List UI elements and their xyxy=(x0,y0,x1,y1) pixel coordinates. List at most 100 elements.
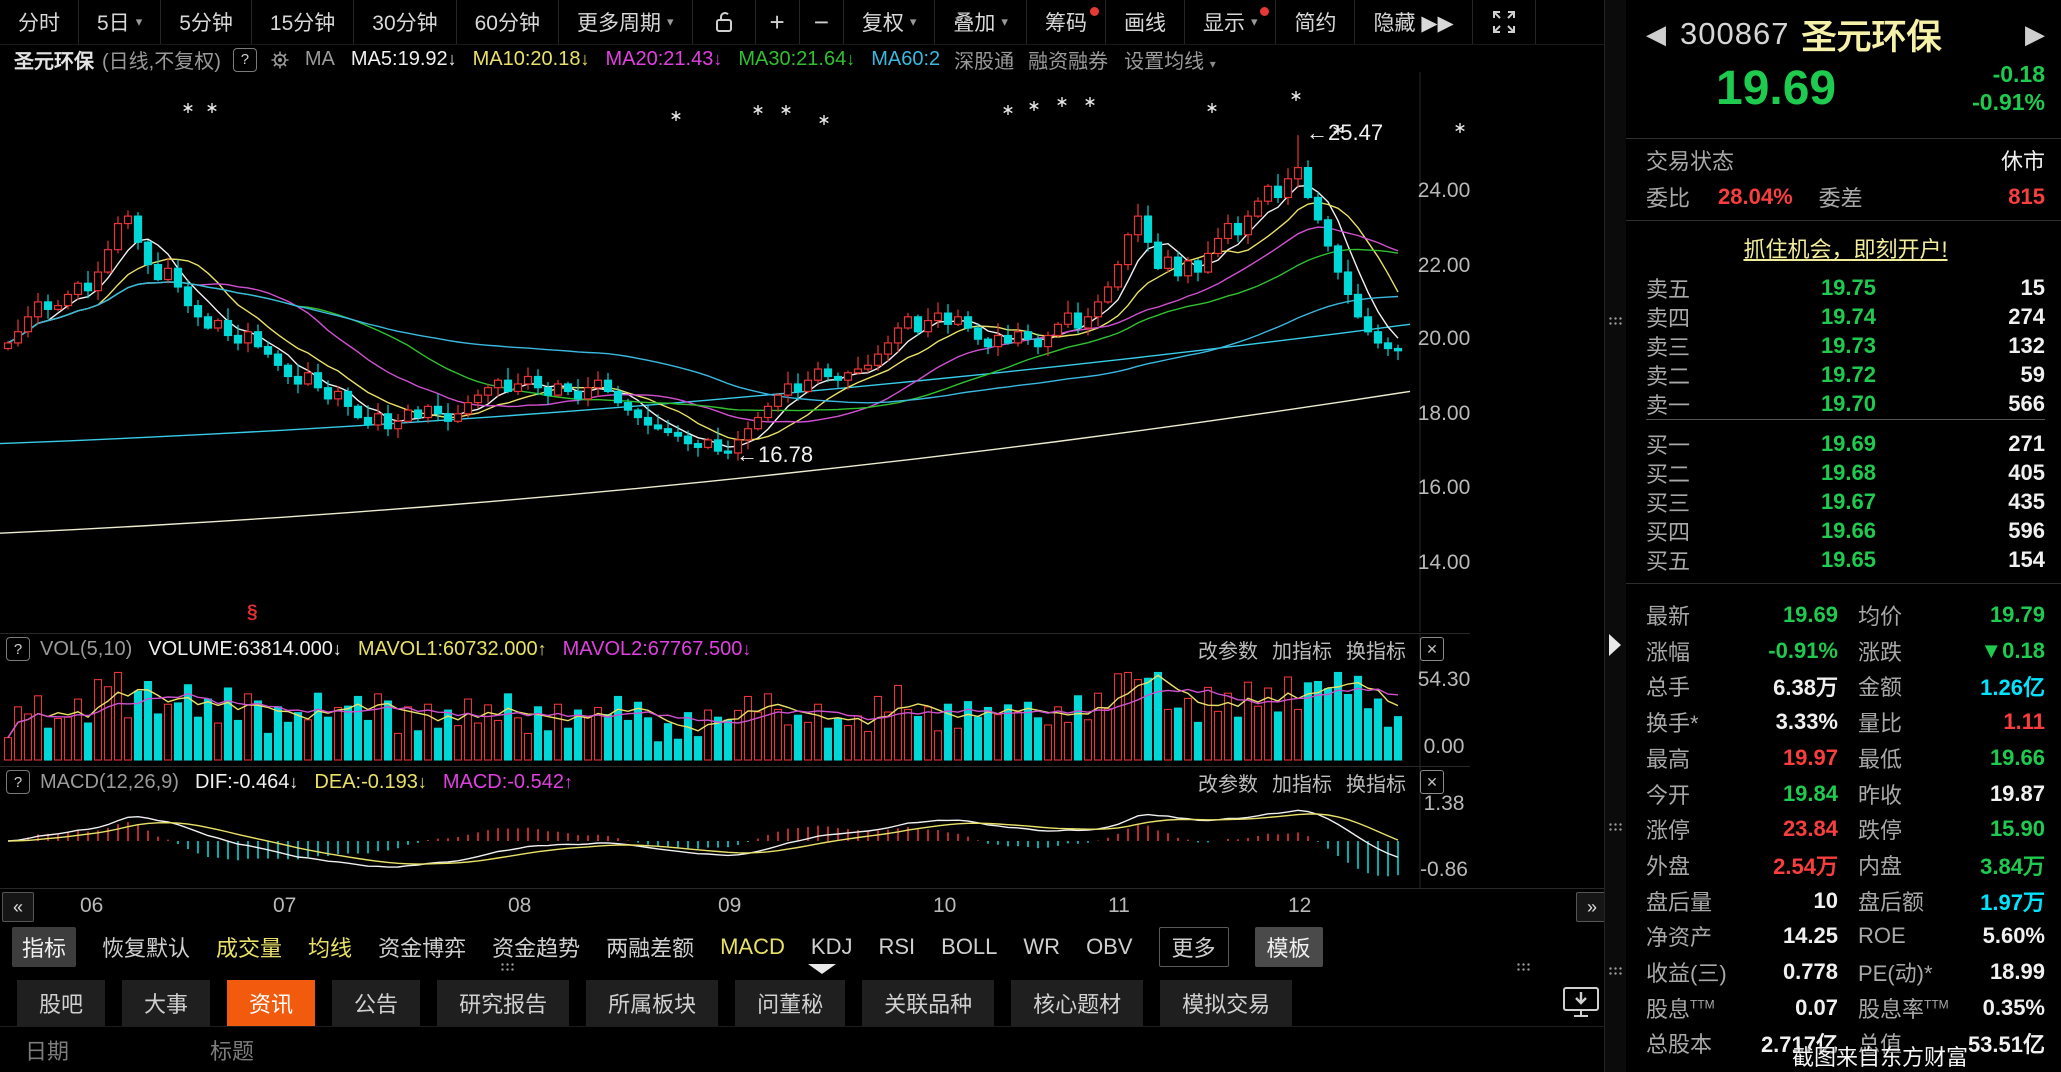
link-融资融券[interactable]: 融资融券 xyxy=(1028,51,1108,73)
toolbar-item-隐藏 ▶▶[interactable]: 隐藏 ▶▶ xyxy=(1355,0,1472,44)
indicator-tab-指标[interactable]: 指标 xyxy=(12,927,76,967)
collapse-panel-icon[interactable] xyxy=(1609,634,1621,656)
action-换指标[interactable]: 换指标 xyxy=(1346,768,1406,797)
stat-row: 最新19.69均价19.79 xyxy=(1646,599,2045,629)
indicator-value: MA10:20.18↓ xyxy=(473,48,590,70)
indicator-tab-均线[interactable]: 均线 xyxy=(308,931,352,963)
indicator-tab-资金趋势[interactable]: 资金趋势 xyxy=(492,931,580,963)
nav-tab-股吧[interactable]: 股吧 xyxy=(17,980,105,1026)
toolbar-item-更多周期[interactable]: 更多周期▾ xyxy=(559,0,693,44)
weibi-value: 28.04% xyxy=(1718,184,1793,210)
toolbar-item-显示[interactable]: 显示▾ xyxy=(1185,0,1277,44)
toolbar-item-5日[interactable]: 5日▾ xyxy=(79,0,161,44)
indicator-tab-模板[interactable]: 模板 xyxy=(1255,927,1323,967)
quote-panel: ◀ 300867 圣元环保 ▶ 19.69 -0.18 -0.91% 交易状态 … xyxy=(1626,0,2061,1072)
indicator-tab-资金博弈[interactable]: 资金博弈 xyxy=(378,931,466,963)
ma-settings-link[interactable]: 设置均线 ▾ xyxy=(1124,45,1216,74)
stock-header: ◀ 300867 圣元环保 ▶ xyxy=(1646,14,2045,54)
nav-tab-核心题材[interactable]: 核心题材 xyxy=(1011,980,1143,1026)
stat-row: 今开19.84昨收19.87 xyxy=(1646,778,2045,808)
indicator-tab-恢复默认[interactable]: 恢复默认 xyxy=(102,931,190,963)
indicator-tab-BOLL[interactable]: BOLL xyxy=(941,934,997,960)
indicator-tab-RSI[interactable]: RSI xyxy=(878,934,915,960)
indicator-tab-KDJ[interactable]: KDJ xyxy=(811,934,853,960)
close-pane-icon[interactable]: ✕ xyxy=(1420,770,1444,794)
event-marker-icon xyxy=(1086,97,1095,107)
content-nav-bar: 股吧大事资讯公告研究报告所属板块问董秘关联品种核心题材模拟交易 xyxy=(0,980,1604,1027)
collapse-arrow-icon[interactable] xyxy=(808,964,836,974)
svg-text:22.00: 22.00 xyxy=(1418,254,1470,277)
screenshot-save-icon[interactable] xyxy=(1560,984,1602,1022)
toolbar-item-5分钟[interactable]: 5分钟 xyxy=(161,0,252,44)
close-pane-icon[interactable]: ✕ xyxy=(1420,637,1444,661)
indicator-tab-两融差额[interactable]: 两融差额 xyxy=(606,931,694,963)
toolbar-item-−[interactable]: − xyxy=(800,0,844,44)
gear-icon[interactable] xyxy=(269,49,291,71)
indicator-tab-成交量[interactable]: 成交量 xyxy=(216,931,282,963)
indicator-value: MA20:21.43↓ xyxy=(605,48,722,70)
lock-icon[interactable] xyxy=(693,0,756,44)
indicator-value: DIF:-0.464↓ xyxy=(195,771,298,793)
drag-handle[interactable] xyxy=(1516,962,1530,972)
action-改参数[interactable]: 改参数 xyxy=(1198,635,1258,664)
toolbar-item-+[interactable]: + xyxy=(756,0,800,44)
stock-name: 圣元环保 xyxy=(1801,9,1941,60)
action-换指标[interactable]: 换指标 xyxy=(1346,635,1406,664)
svg-text:18.00: 18.00 xyxy=(1418,402,1470,425)
toolbar-item-画线[interactable]: 画线 xyxy=(1106,0,1185,44)
nav-tab-关联品种[interactable]: 关联品种 xyxy=(862,980,994,1026)
stat-row: 收益(三)0.778PE(动)*18.99 xyxy=(1646,956,2045,986)
action-改参数[interactable]: 改参数 xyxy=(1198,768,1258,797)
drag-handle[interactable] xyxy=(1608,966,1622,976)
panel-divider[interactable] xyxy=(1604,0,1627,1072)
drag-handle[interactable] xyxy=(1608,822,1622,832)
macd-indicator-name: MACD(12,26,9) xyxy=(40,771,179,794)
open-account-ad-link[interactable]: 抓住机会，即刻开户! xyxy=(1743,232,1947,264)
toolbar-item-叠加[interactable]: 叠加▾ xyxy=(935,0,1027,44)
indicator-tab-WR[interactable]: WR xyxy=(1023,934,1060,960)
next-stock-icon[interactable]: ▶ xyxy=(2025,19,2045,50)
nav-tab-公告[interactable]: 公告 xyxy=(332,980,420,1026)
drag-handle[interactable] xyxy=(1608,316,1622,326)
action-加指标[interactable]: 加指标 xyxy=(1272,635,1332,664)
toolbar-item-60分钟[interactable]: 60分钟 xyxy=(457,0,559,44)
indicator-tab-MACD[interactable]: MACD xyxy=(720,934,785,960)
indicator-tab-OBV[interactable]: OBV xyxy=(1086,934,1132,960)
toolbar-item-30分钟[interactable]: 30分钟 xyxy=(354,0,456,44)
toolbar-item-复权[interactable]: 复权▾ xyxy=(844,0,936,44)
event-marker-icon xyxy=(1030,101,1039,111)
indicator-tab-bar: 指标恢复默认成交量均线资金博弈资金趋势两融差额 MACD KDJ RSI BOLL WR O… xyxy=(0,924,1604,970)
link-深股通[interactable]: 深股通 xyxy=(954,51,1014,73)
scroll-left-button[interactable]: « xyxy=(2,892,34,922)
news-list-header: 日期 标题 xyxy=(0,1028,1604,1068)
toolbar-item-分时[interactable]: 分时 xyxy=(0,0,79,44)
expand-icon[interactable] xyxy=(1473,0,1536,44)
order-book-row: 卖四19.74274 xyxy=(1646,301,2045,329)
nav-tab-模拟交易[interactable]: 模拟交易 xyxy=(1160,980,1292,1026)
action-加指标[interactable]: 加指标 xyxy=(1272,768,1332,797)
stat-row: 外盘2.54万内盘3.84万 xyxy=(1646,849,2045,879)
prev-stock-icon[interactable]: ◀ xyxy=(1646,19,1666,50)
toolbar-item-简约[interactable]: 简约 xyxy=(1276,0,1355,44)
nav-tab-所属板块[interactable]: 所属板块 xyxy=(586,980,718,1026)
event-marker-icon xyxy=(1058,97,1067,107)
nav-tab-问董秘[interactable]: 问董秘 xyxy=(735,980,845,1026)
chart-mode-label: (日线,不复权) xyxy=(102,45,221,74)
help-icon[interactable]: ? xyxy=(6,770,30,794)
nav-tab-大事[interactable]: 大事 xyxy=(122,980,210,1026)
order-book-row: 卖二19.7259 xyxy=(1646,359,2045,387)
drag-handle[interactable] xyxy=(500,962,514,972)
candlestick-chart[interactable]: 24.0022.0020.0018.0016.0014.00←25.47←16.… xyxy=(0,72,1470,632)
nav-tab-研究报告[interactable]: 研究报告 xyxy=(437,980,569,1026)
toolbar-item-筹码[interactable]: 筹码 xyxy=(1027,0,1106,44)
order-book-row: 买四19.66596 xyxy=(1646,515,2045,543)
order-book-row: 买五19.65154 xyxy=(1646,544,2045,572)
help-icon[interactable]: ? xyxy=(6,637,30,661)
volume-indicator-name: VOL(5,10) xyxy=(40,638,132,661)
toolbar-item-15分钟[interactable]: 15分钟 xyxy=(252,0,354,44)
nav-tab-资讯[interactable]: 资讯 xyxy=(227,980,315,1026)
help-icon[interactable]: ? xyxy=(233,48,257,72)
month-label: 09 xyxy=(718,894,741,918)
indicator-tab-更多[interactable]: 更多 xyxy=(1159,927,1229,967)
event-marker-icon xyxy=(782,105,791,115)
